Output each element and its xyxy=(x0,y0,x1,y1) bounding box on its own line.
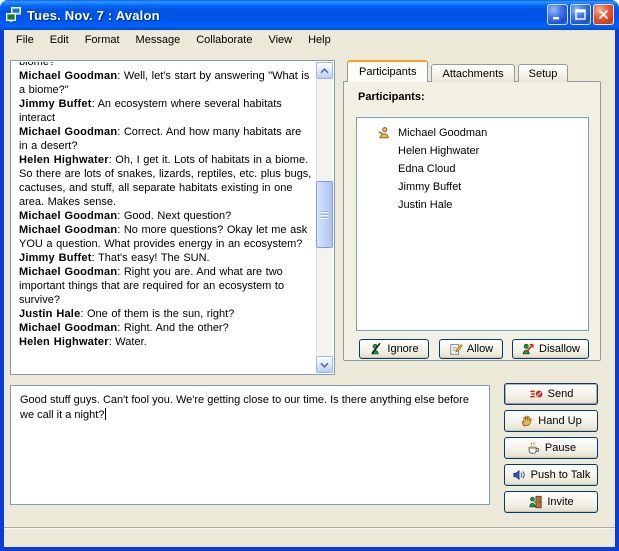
button-label: Disallow xyxy=(539,343,580,355)
ignore-button[interactable]: Ignore xyxy=(359,339,429,359)
pause-icon xyxy=(526,441,541,455)
participants-panel: Participants: Michael Goodman Helen Highw… xyxy=(343,81,601,361)
message-sender: Justin Hale xyxy=(19,308,80,320)
message-input-text: Good stuff guys. Can't fool you. We're g… xyxy=(20,394,469,421)
participants-list[interactable]: Michael Goodman Helen Highwater Edna Cloud… xyxy=(356,117,589,331)
chat-message: Michael Goodman: Right you are. And what… xyxy=(19,265,312,307)
push-to-talk-button[interactable]: Push to Talk xyxy=(504,464,598,486)
message-sender: Jimmy Buffet xyxy=(19,252,92,264)
menu-file[interactable]: File xyxy=(8,31,42,49)
message-sender: Helen Highwater xyxy=(19,336,109,348)
button-label: Pause xyxy=(545,442,576,454)
tab-attachments[interactable]: Attachments xyxy=(431,64,514,82)
message-sender: Michael Goodman xyxy=(19,266,117,278)
send-icon xyxy=(529,387,544,401)
button-label: Hand Up xyxy=(538,415,581,427)
window-controls xyxy=(547,4,614,25)
moderator-icon xyxy=(376,126,390,140)
chat-message: Michael Goodman: No more questions? Okay… xyxy=(19,223,312,251)
participant-row[interactable]: Helen Highwater xyxy=(357,142,588,160)
message-sender: Jimmy Buffet xyxy=(19,98,92,110)
chat-message: Michael Goodman: Well, let's start by an… xyxy=(19,69,312,97)
menu-view[interactable]: View xyxy=(260,31,300,49)
button-label: Allow xyxy=(467,343,493,355)
tab-setup[interactable]: Setup xyxy=(518,64,569,82)
minimize-button[interactable] xyxy=(547,4,568,25)
window-body: FileEditFormatMessageCollaborateViewHelp… xyxy=(4,30,615,547)
participant-row[interactable]: Michael Goodman xyxy=(357,124,588,142)
message-sender: Helen Highwater xyxy=(19,154,109,166)
button-label: Send xyxy=(548,388,574,400)
message-sender: Michael Goodman xyxy=(19,70,117,82)
chat-message: Michael Goodman: Right. And the other? xyxy=(19,321,312,335)
menu-message[interactable]: Message xyxy=(128,31,189,49)
app-icon xyxy=(6,7,22,23)
transcript-scrollbar[interactable] xyxy=(316,62,333,373)
disallow-button[interactable]: Disallow xyxy=(512,339,589,359)
clipped-message-line: biome? xyxy=(19,62,312,69)
maximize-button[interactable] xyxy=(570,4,591,25)
scroll-down-button[interactable] xyxy=(316,356,333,373)
participant-name: Michael Goodman xyxy=(398,127,487,139)
action-buttons: Send Hand Up Pause Push to Talk Invite xyxy=(504,383,598,513)
close-button[interactable] xyxy=(593,4,614,25)
message-input[interactable]: Good stuff guys. Can't fool you. We're g… xyxy=(10,385,490,505)
tab-bar: ParticipantsAttachmentsSetup xyxy=(347,60,568,82)
chat-transcript[interactable]: biome?Michael Goodman: Well, let's start… xyxy=(10,60,335,375)
participant-name: Justin Hale xyxy=(398,199,452,211)
button-label: Ignore xyxy=(387,343,418,355)
chat-message: Michael Goodman: Good. Next question? xyxy=(19,209,312,223)
allow-icon xyxy=(449,342,463,356)
application-window: Tues. Nov. 7 : Avalon FileEditFormatMess… xyxy=(0,0,619,551)
menu-format[interactable]: Format xyxy=(77,31,128,49)
ignore-icon xyxy=(369,342,383,356)
message-sender: Michael Goodman xyxy=(19,322,117,334)
participant-name: Helen Highwater xyxy=(398,145,479,157)
send-button[interactable]: Send xyxy=(504,383,598,405)
chat-message: Jimmy Buffet: An ecosystem where several… xyxy=(19,97,312,125)
chat-message: Michael Goodman: Correct. And how many h… xyxy=(19,125,312,153)
pause-button[interactable]: Pause xyxy=(504,437,598,459)
hand-up-button[interactable]: Hand Up xyxy=(504,410,598,432)
button-label: Push to Talk xyxy=(531,469,591,481)
disallow-icon xyxy=(521,342,535,356)
message-sender: Michael Goodman xyxy=(19,126,117,138)
participant-icon-slot xyxy=(376,126,398,140)
chat-message: Justin Hale: One of them is the sun, rig… xyxy=(19,307,312,321)
chat-message: Helen Highwater: Oh, I get it. Lots of h… xyxy=(19,153,312,209)
message-sender: Michael Goodman xyxy=(19,224,117,236)
transcript-content: biome?Michael Goodman: Well, let's start… xyxy=(12,62,316,373)
talk-icon xyxy=(512,468,527,482)
status-bar xyxy=(4,527,615,547)
chat-message: Helen Highwater: Water. xyxy=(19,335,312,349)
menu-help[interactable]: Help xyxy=(300,31,339,49)
window-title: Tues. Nov. 7 : Avalon xyxy=(27,8,160,23)
participants-label: Participants: xyxy=(358,91,425,103)
scroll-up-button[interactable] xyxy=(316,62,333,79)
menu-collaborate[interactable]: Collaborate xyxy=(188,31,260,49)
title-bar[interactable]: Tues. Nov. 7 : Avalon xyxy=(0,0,619,30)
message-sender: Michael Goodman xyxy=(19,210,117,222)
allow-button[interactable]: Allow xyxy=(439,339,503,359)
invite-icon xyxy=(528,495,543,509)
participant-row[interactable]: Jimmy Buffet xyxy=(357,178,588,196)
hand-icon xyxy=(520,414,534,428)
tab-participants[interactable]: Participants xyxy=(347,60,428,82)
menu-bar: FileEditFormatMessageCollaborateViewHelp xyxy=(4,30,615,50)
invite-button[interactable]: Invite xyxy=(504,491,598,513)
chat-message: Jimmy Buffet: That's easy! The SUN. xyxy=(19,251,312,265)
participant-row[interactable]: Edna Cloud xyxy=(357,160,588,178)
participant-row[interactable]: Justin Hale xyxy=(357,196,588,214)
text-caret xyxy=(105,408,106,420)
participant-name: Jimmy Buffet xyxy=(398,181,461,193)
menu-edit[interactable]: Edit xyxy=(42,31,77,49)
scroll-thumb[interactable] xyxy=(316,181,333,248)
participant-name: Edna Cloud xyxy=(398,163,456,175)
button-label: Invite xyxy=(547,496,573,508)
